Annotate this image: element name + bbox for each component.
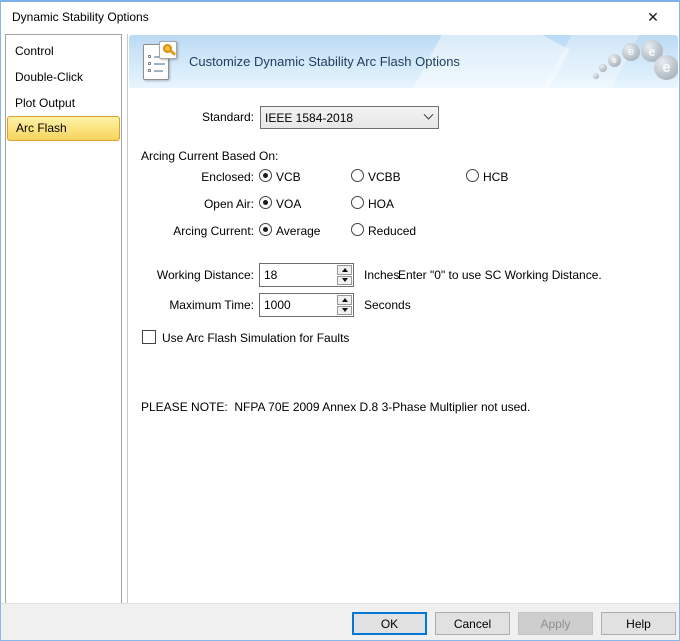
- triangle-down-icon: [342, 308, 348, 312]
- radio-voa-label[interactable]: VOA: [276, 197, 301, 211]
- radio-reduced[interactable]: [351, 223, 364, 236]
- radio-hcb-label[interactable]: HCB: [483, 170, 508, 184]
- spin-up-button[interactable]: [337, 295, 352, 305]
- maximum-time-input[interactable]: [260, 294, 336, 316]
- customize-options-icon: [143, 41, 179, 83]
- open-air-label: Open Air:: [101, 197, 254, 211]
- footer-bar: OK Cancel Apply Help: [1, 603, 679, 640]
- etap-logo-circle-icon: [593, 73, 599, 79]
- triangle-up-icon: [342, 298, 348, 302]
- spin-up-button[interactable]: [337, 265, 352, 275]
- help-button[interactable]: Help: [601, 612, 676, 635]
- working-distance-unit: Inches: [364, 268, 399, 282]
- use-arc-flash-simulation-label[interactable]: Use Arc Flash Simulation for Faults: [162, 331, 349, 345]
- maximum-time-spinner: [259, 293, 354, 317]
- working-distance-label: Working Distance:: [101, 268, 254, 282]
- please-note-text: PLEASE NOTE: NFPA 70E 2009 Annex D.8 3-P…: [141, 400, 530, 414]
- maximum-time-label: Maximum Time:: [101, 298, 254, 312]
- radio-voa[interactable]: [259, 196, 272, 209]
- apply-button[interactable]: Apply: [518, 612, 593, 635]
- window-title: Dynamic Stability Options: [12, 10, 149, 24]
- etap-logo-circle-icon: e: [608, 54, 621, 67]
- standard-dropdown[interactable]: IEEE 1584-2018: [260, 106, 439, 129]
- radio-average-label[interactable]: Average: [276, 224, 320, 238]
- etap-logo-circle-icon: e: [654, 55, 678, 80]
- dynamic-stability-options-dialog: Dynamic Stability Options ✕ Control Doub…: [0, 0, 680, 641]
- etap-logo-circle-icon: [599, 64, 607, 72]
- etap-logo-circle-icon: e: [622, 43, 640, 61]
- use-arc-flash-simulation-checkbox[interactable]: [142, 330, 156, 344]
- ok-button[interactable]: OK: [352, 612, 427, 635]
- working-distance-spinner: [259, 263, 354, 287]
- sidebar-item-control[interactable]: Control: [6, 38, 121, 64]
- triangle-up-icon: [342, 268, 348, 272]
- standard-label: Standard:: [101, 110, 254, 124]
- enclosed-label: Enclosed:: [101, 170, 254, 184]
- titlebar: Dynamic Stability Options ✕: [1, 2, 679, 33]
- radio-hoa[interactable]: [351, 196, 364, 209]
- radio-average[interactable]: [259, 223, 272, 236]
- radio-vcbb-label[interactable]: VCBB: [368, 170, 401, 184]
- close-button[interactable]: ✕: [631, 2, 675, 32]
- radio-hoa-label[interactable]: HOA: [368, 197, 394, 211]
- radio-vcbb[interactable]: [351, 169, 364, 182]
- radio-reduced-label[interactable]: Reduced: [368, 224, 416, 238]
- radio-hcb[interactable]: [466, 169, 479, 182]
- header-banner: Customize Dynamic Stability Arc Flash Op…: [129, 35, 678, 88]
- working-distance-hint: Enter "0" to use SC Working Distance.: [398, 268, 602, 282]
- arcing-current-label: Arcing Current:: [101, 224, 254, 238]
- triangle-down-icon: [342, 278, 348, 282]
- spin-down-button[interactable]: [337, 306, 352, 316]
- close-icon: ✕: [647, 9, 659, 26]
- working-distance-input[interactable]: [260, 264, 336, 286]
- chevron-down-icon: [423, 110, 433, 120]
- arcing-section-label: Arcing Current Based On:: [141, 149, 278, 163]
- sidebar-item-double-click[interactable]: Double-Click: [6, 64, 121, 90]
- radio-vcb[interactable]: [259, 169, 272, 182]
- standard-dropdown-value: IEEE 1584-2018: [261, 111, 418, 125]
- key-overlay-icon: [159, 41, 177, 59]
- cancel-button[interactable]: Cancel: [435, 612, 510, 635]
- maximum-time-unit: Seconds: [364, 298, 411, 312]
- spin-down-button[interactable]: [337, 276, 352, 286]
- banner-title: Customize Dynamic Stability Arc Flash Op…: [189, 54, 460, 69]
- radio-vcb-label[interactable]: VCB: [276, 170, 301, 184]
